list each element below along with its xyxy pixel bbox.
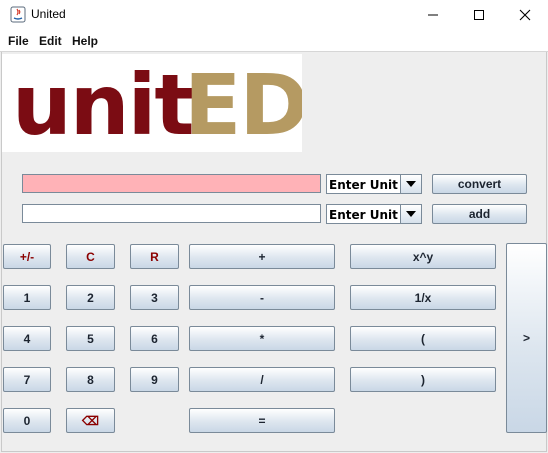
digit-2-button[interactable]: 2	[66, 285, 115, 310]
menu-file[interactable]: File	[8, 34, 29, 48]
power-button[interactable]: x^y	[350, 244, 496, 269]
digit-5-button[interactable]: 5	[66, 326, 115, 351]
convert-button[interactable]: convert	[432, 174, 527, 194]
result-field[interactable]	[22, 204, 321, 223]
equals-button[interactable]: =	[189, 408, 335, 433]
sign-toggle-button[interactable]: +/-	[3, 244, 51, 269]
digit-6-button[interactable]: 6	[130, 326, 179, 351]
digit-1-button[interactable]: 1	[3, 285, 51, 310]
recall-button[interactable]: R	[130, 244, 179, 269]
open-paren-button[interactable]: (	[350, 326, 496, 351]
maximize-icon	[474, 10, 484, 20]
clear-button[interactable]: C	[66, 244, 115, 269]
window-title: United	[31, 7, 66, 21]
multiply-button[interactable]: *	[189, 326, 335, 351]
menu-edit[interactable]: Edit	[39, 34, 62, 48]
menu-help[interactable]: Help	[72, 34, 98, 48]
backspace-icon: ⌫	[82, 413, 99, 428]
digit-3-button[interactable]: 3	[130, 285, 179, 310]
digit-8-button[interactable]: 8	[66, 367, 115, 392]
dropdown-arrow-icon[interactable]	[400, 205, 421, 223]
minimize-icon	[428, 14, 438, 16]
plus-button[interactable]: +	[189, 244, 335, 269]
java-app-icon	[10, 6, 26, 23]
unit-select-1[interactable]: Enter Unit	[326, 174, 422, 194]
logo-ed-text: ED	[184, 56, 302, 152]
close-icon	[519, 9, 531, 21]
reciprocal-button[interactable]: 1/x	[350, 285, 496, 310]
maximize-button[interactable]	[456, 0, 502, 30]
backspace-button[interactable]: ⌫	[66, 408, 115, 433]
digit-9-button[interactable]: 9	[130, 367, 179, 392]
minus-button[interactable]: -	[189, 285, 335, 310]
close-paren-button[interactable]: )	[350, 367, 496, 392]
dropdown-arrow-icon[interactable]	[400, 175, 421, 193]
digit-7-button[interactable]: 7	[3, 367, 51, 392]
unit-select-1-value: Enter Unit	[329, 178, 398, 192]
minimize-button[interactable]	[410, 0, 456, 30]
expand-button[interactable]: >	[506, 243, 547, 433]
add-button[interactable]: add	[432, 204, 527, 224]
digit-0-button[interactable]: 0	[3, 408, 51, 433]
divide-button[interactable]: /	[189, 367, 335, 392]
close-button[interactable]	[502, 0, 548, 30]
digit-4-button[interactable]: 4	[3, 326, 51, 351]
value-input-field[interactable]	[22, 174, 321, 193]
logo-unit-text: unit	[12, 56, 195, 152]
united-logo: unit ED	[2, 54, 302, 152]
unit-select-2[interactable]: Enter Unit	[326, 204, 422, 224]
unit-select-2-value: Enter Unit	[329, 208, 398, 222]
